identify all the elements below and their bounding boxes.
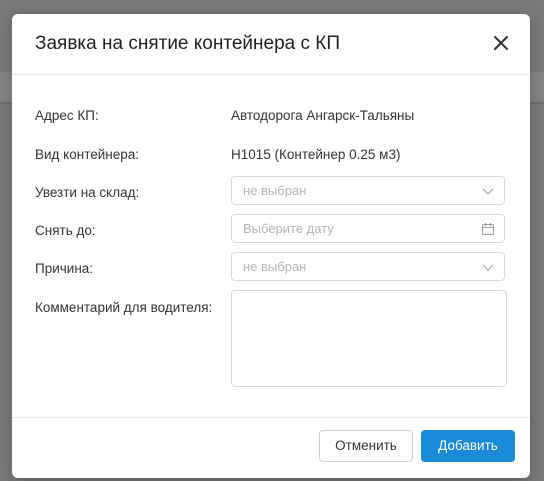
remove-by-date-picker[interactable]: Выберите дату (231, 214, 505, 243)
container-type-label: Вид контейнера: (35, 147, 140, 162)
reason-placeholder: не выбран (243, 259, 307, 274)
container-removal-dialog: Заявка на снятие контейнера с КП Адрес К… (12, 14, 530, 478)
cancel-button[interactable]: Отменить (319, 430, 413, 462)
close-button[interactable] (488, 30, 514, 56)
reason-label: Причина: (35, 261, 94, 276)
dialog-header: Заявка на снятие контейнера с КП (12, 14, 530, 75)
modal-backdrop: Заявка на снятие контейнера с КП Адрес К… (0, 0, 544, 481)
remove-by-label: Снять до: (35, 223, 96, 238)
comment-label: Комментарий для водителя: (35, 300, 213, 315)
chevron-down-icon (482, 188, 494, 195)
reason-select[interactable]: не выбран (231, 252, 505, 281)
container-type-value: Н1015 (Контейнер 0.25 м3) (231, 147, 401, 162)
dialog-title: Заявка на снятие контейнера с КП (35, 33, 341, 54)
date-placeholder: Выберите дату (243, 221, 334, 236)
warehouse-placeholder: не выбран (243, 183, 307, 198)
calendar-icon (481, 223, 495, 236)
close-icon (494, 36, 508, 50)
add-button[interactable]: Добавить (421, 430, 515, 462)
address-label: Адрес КП: (35, 108, 99, 123)
address-value: Автодорога Ангарск-Тальяны (231, 108, 415, 123)
warehouse-select[interactable]: не выбран (231, 176, 505, 205)
warehouse-label: Увезти на склад: (35, 185, 140, 200)
dialog-footer: Отменить Добавить (12, 417, 530, 478)
chevron-down-icon (482, 264, 494, 271)
driver-comment-textarea[interactable] (231, 290, 507, 387)
